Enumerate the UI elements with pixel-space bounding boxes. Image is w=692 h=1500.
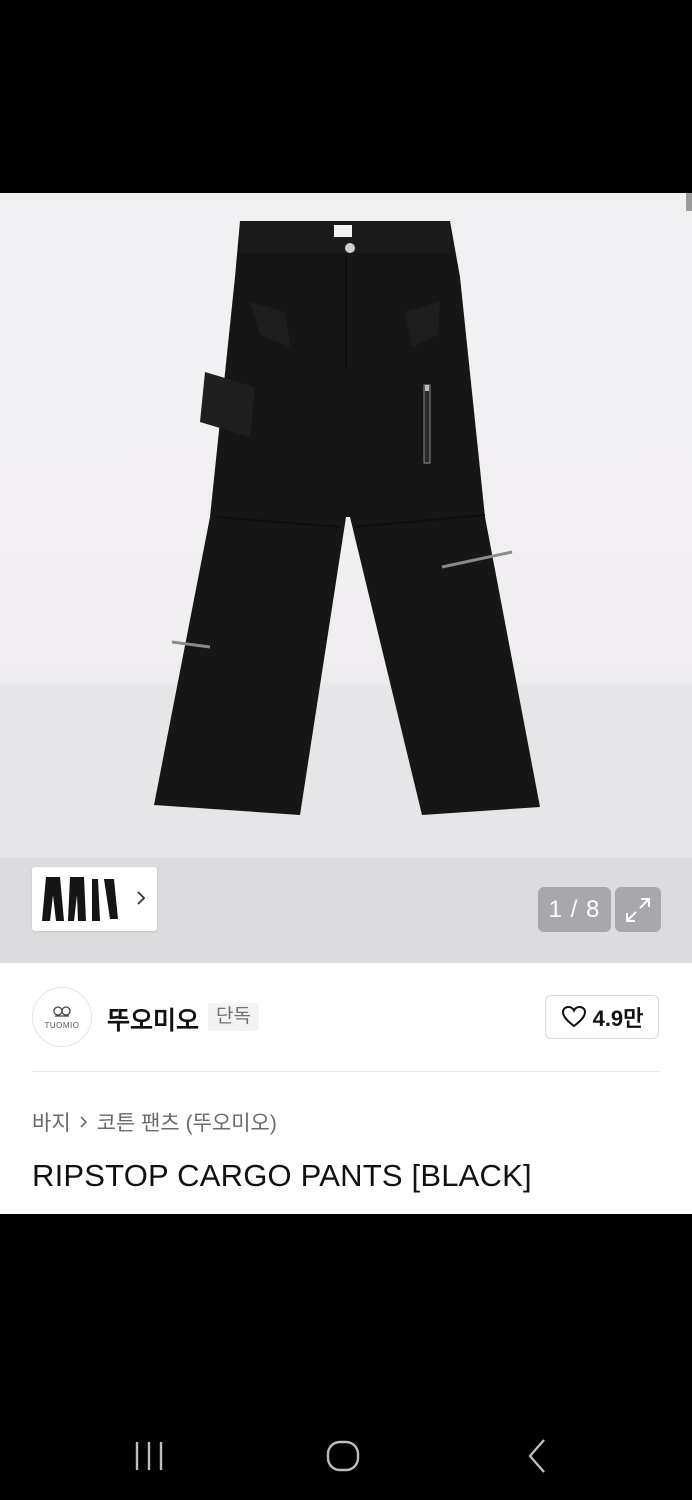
divider [32,1071,660,1072]
image-counter: 1 / 8 [538,887,611,932]
breadcrumb: 바지 코튼 팬츠 (뚜오미오) [32,1107,277,1137]
breadcrumb-subcategory[interactable]: 코튼 팬츠 (뚜오미오) [97,1107,277,1137]
product-info-panel: TUOMIO 뚜오미오 단독 4.9만 바지 코튼 팬츠 (뚜오미오) RIPS… [0,963,692,1214]
exclusive-badge: 단독 [208,1003,259,1031]
product-title: RIPSTOP CARGO PANTS [BLACK] [32,1158,532,1193]
breadcrumb-category[interactable]: 바지 [32,1107,71,1137]
product-image[interactable] [150,217,542,821]
home-icon[interactable] [324,1434,362,1478]
chevron-right-icon [137,891,146,905]
thumbnail-image [42,877,118,921]
system-navigation-bar [0,1410,692,1500]
scrollbar[interactable] [686,193,692,211]
chevron-right-icon [80,1116,87,1128]
expand-button[interactable] [615,887,661,932]
thumbnail-strip-button[interactable] [32,867,157,931]
heart-outline-icon [561,1005,586,1028]
product-image-gallery[interactable]: 1 / 8 [0,193,692,963]
recent-apps-icon[interactable] [133,1434,165,1478]
expand-icon [626,897,650,922]
brand-name[interactable]: 뚜오미오 [107,1001,199,1037]
status-bar-area [0,0,692,193]
like-button[interactable]: 4.9만 [545,995,659,1039]
brand-logo-text: TUOMIO [44,1020,80,1030]
back-icon[interactable] [524,1434,550,1478]
like-count: 4.9만 [592,1006,644,1031]
brand-logo-mark [53,1005,71,1017]
brand-logo[interactable]: TUOMIO [32,987,92,1047]
